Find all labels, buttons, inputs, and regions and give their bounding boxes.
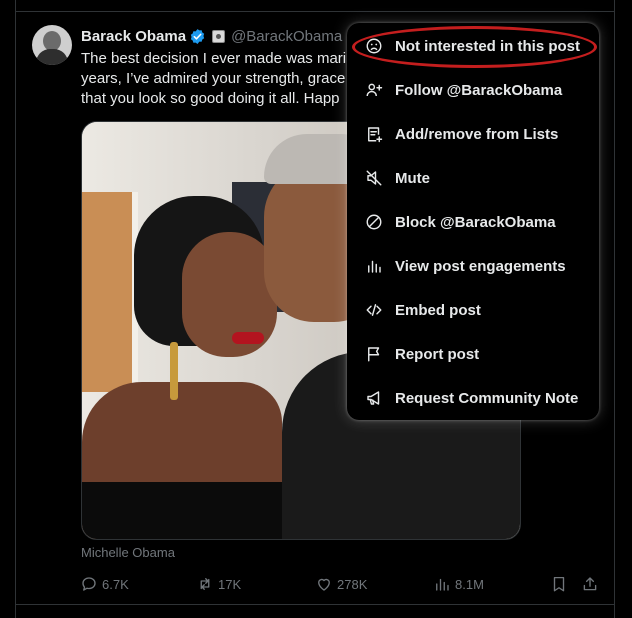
- menu-item-engagements[interactable]: View post engagements: [347, 244, 599, 288]
- verified-badge-icon: [189, 28, 206, 45]
- follow-user-icon: [366, 83, 383, 97]
- photo-door: [82, 192, 138, 392]
- views-count: 8.1M: [455, 576, 484, 592]
- menu-item-mute[interactable]: Mute: [347, 156, 599, 200]
- menu-item-label: Add/remove from Lists: [395, 125, 559, 143]
- share-icon: [583, 577, 597, 591]
- photo-woman-dress: [82, 482, 282, 539]
- divider-top: [15, 11, 615, 12]
- engagements-icon: [368, 260, 381, 273]
- repost-icon: [200, 578, 210, 590]
- menu-item-label: Mute: [395, 169, 430, 187]
- menu-item-follow[interactable]: Follow @BarackObama: [347, 68, 599, 112]
- divider-bottom: [15, 604, 615, 605]
- menu-item-label: View post engagements: [395, 257, 566, 275]
- views-button[interactable]: 8.1M: [433, 575, 484, 593]
- menu-item-lists[interactable]: Add/remove from Lists: [347, 112, 599, 156]
- post-text: The best decision I ever made was mari y…: [81, 49, 351, 109]
- menu-item-embed[interactable]: Embed post: [347, 288, 599, 332]
- views-icon: [436, 578, 449, 591]
- menu-item-label: Follow @BarackObama: [395, 81, 563, 99]
- author-name[interactable]: Barack Obama: [81, 28, 186, 45]
- avatar[interactable]: [32, 25, 72, 65]
- reply-count: 6.7K: [102, 576, 129, 592]
- like-count: 278K: [337, 576, 368, 592]
- mute-icon: [366, 170, 382, 186]
- menu-item-label: Embed post: [395, 301, 481, 319]
- menu-item-community-note[interactable]: Request Community Note: [347, 376, 599, 420]
- post-text-line: years, I’ve admired your strength, grace: [81, 70, 346, 87]
- post-header: Barack Obama @BarackObama: [81, 26, 342, 46]
- avatar-face: [43, 31, 61, 51]
- bookmark-button[interactable]: [550, 575, 568, 593]
- author-handle[interactable]: @BarackObama: [231, 28, 342, 45]
- like-button[interactable]: 278K: [315, 575, 367, 593]
- embed-icon: [366, 304, 382, 316]
- menu-item-report[interactable]: Report post: [347, 332, 599, 376]
- lists-icon: [368, 127, 383, 143]
- megaphone-icon: [367, 391, 380, 405]
- menu-item-label: Request Community Note: [395, 389, 579, 407]
- post-text-line: The best decision I ever made was mari: [81, 50, 347, 67]
- menu-item-label: Not interested in this post: [395, 37, 581, 55]
- menu-item-label: Report post: [395, 345, 480, 363]
- post-text-line: that you look so good doing it all. Happ: [81, 90, 340, 107]
- media-caption: Michelle Obama: [81, 545, 175, 560]
- menu-item-not-interested[interactable]: Not interested in this post: [347, 24, 599, 68]
- reply-icon: [82, 577, 96, 591]
- avatar-suit: [36, 49, 68, 65]
- flag-icon: [368, 347, 380, 362]
- menu-item-block[interactable]: Block @BarackObama: [347, 200, 599, 244]
- government-seal-icon: [212, 29, 226, 43]
- action-bar: 6.7K 17K 278K 8.1M: [80, 575, 600, 595]
- photo-woman-lips: [232, 332, 264, 344]
- repost-button[interactable]: 17K: [196, 575, 241, 593]
- photo-earring: [170, 342, 178, 400]
- heart-icon: [318, 578, 330, 591]
- post-options-menu: Not interested in this post Follow @Bara…: [347, 23, 599, 420]
- repost-count: 17K: [218, 576, 242, 592]
- reply-button[interactable]: 6.7K: [80, 575, 129, 593]
- menu-item-label: Block @BarackObama: [395, 213, 556, 231]
- share-button[interactable]: [581, 575, 599, 593]
- bookmark-icon: [553, 576, 565, 592]
- block-icon: [366, 214, 382, 230]
- frown-face-icon: [366, 38, 382, 54]
